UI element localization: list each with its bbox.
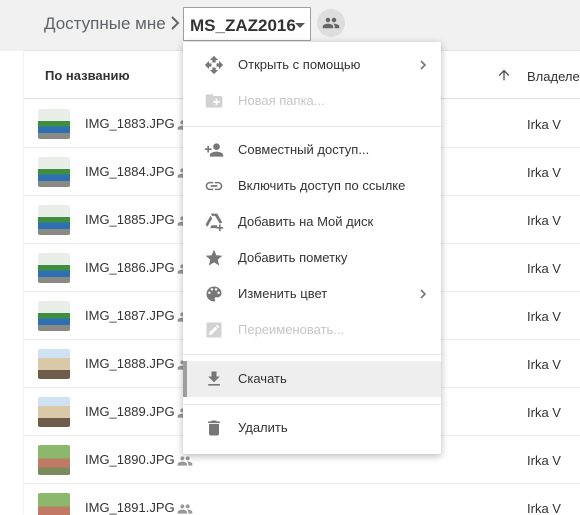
menu-item-get-link[interactable]: Включить доступ по ссылке xyxy=(183,168,441,204)
file-thumbnail xyxy=(38,301,70,331)
shared-people-icon xyxy=(177,504,193,514)
palette-icon xyxy=(206,286,222,302)
download-icon xyxy=(208,371,220,386)
file-name: IMG_1891.JPG xyxy=(85,500,175,515)
file-name: IMG_1890.JPG xyxy=(85,452,175,467)
sort-by-name-header[interactable]: По названию xyxy=(45,68,130,83)
chevron-right-icon xyxy=(420,60,426,70)
file-owner: Irka V xyxy=(527,213,561,228)
menu-label: Совместный доступ... xyxy=(238,142,370,157)
file-name: IMG_1886.JPG xyxy=(85,260,175,275)
file-owner: Irka V xyxy=(527,165,561,180)
file-name: IMG_1889.JPG xyxy=(85,404,175,419)
trash-icon xyxy=(208,420,220,436)
menu-item-add-star[interactable]: Добавить пометку xyxy=(183,240,441,276)
shared-people-icon xyxy=(177,456,193,466)
file-thumbnail xyxy=(38,349,70,379)
file-owner: Irka V xyxy=(527,309,561,324)
menu-divider xyxy=(183,354,441,355)
menu-item-share[interactable]: Совместный доступ... xyxy=(183,132,441,168)
menu-label: Новая папка... xyxy=(238,93,325,108)
folder-dropdown-button[interactable]: MS_ZAZ2016 xyxy=(183,7,311,41)
folder-share-button[interactable] xyxy=(317,9,345,37)
menu-item-delete[interactable]: Удалить xyxy=(183,410,441,446)
file-name: IMG_1887.JPG xyxy=(85,308,175,323)
owner-column-header[interactable]: Владелец xyxy=(527,69,580,84)
file-owner: Irka V xyxy=(527,117,561,132)
menu-item-add-to-drive[interactable]: Добавить на Мой диск xyxy=(183,204,441,240)
new-folder-icon xyxy=(205,94,223,108)
menu-label: Скачать xyxy=(238,371,287,386)
file-owner: Irka V xyxy=(527,405,561,420)
rename-icon xyxy=(206,322,222,338)
add-person-icon xyxy=(204,143,224,157)
file-thumbnail xyxy=(38,493,70,515)
menu-divider xyxy=(183,404,441,405)
file-thumbnail xyxy=(38,445,70,475)
folder-name: MS_ZAZ2016 xyxy=(190,16,296,35)
menu-item-rename[interactable]: Переименовать... xyxy=(183,312,441,348)
drive-add-icon xyxy=(205,213,224,232)
breadcrumb-separator-icon xyxy=(171,16,180,30)
people-icon xyxy=(322,17,340,29)
chevron-down-icon xyxy=(295,23,305,28)
menu-label: Изменить цвет xyxy=(238,286,328,301)
file-name: IMG_1883.JPG xyxy=(85,116,175,131)
chevron-right-icon xyxy=(420,289,426,299)
menu-divider xyxy=(183,126,441,127)
file-owner: Irka V xyxy=(527,357,561,372)
file-owner: Irka V xyxy=(527,453,561,468)
breadcrumb-root[interactable]: Доступные мне xyxy=(44,14,166,34)
file-owner: Irka V xyxy=(527,261,561,276)
file-thumbnail xyxy=(38,397,70,427)
file-name: IMG_1885.JPG xyxy=(85,212,175,227)
file-name: IMG_1884.JPG xyxy=(85,164,175,179)
link-icon xyxy=(205,181,223,191)
move-arrows-icon xyxy=(204,55,224,75)
file-thumbnail xyxy=(38,253,70,283)
file-name: IMG_1888.JPG xyxy=(85,356,175,371)
arrow-up-icon[interactable] xyxy=(496,67,512,83)
menu-label: Удалить xyxy=(238,420,288,435)
menu-label: Переименовать... xyxy=(238,322,345,337)
star-icon xyxy=(205,249,223,266)
menu-item-open-with[interactable]: Открыть с помощью xyxy=(183,47,441,83)
menu-label: Добавить на Мой диск xyxy=(238,214,374,229)
menu-label: Добавить пометку xyxy=(238,250,348,265)
menu-label: Включить доступ по ссылке xyxy=(238,178,406,193)
file-row[interactable]: IMG_1891.JPG Irka V xyxy=(24,484,580,515)
menu-item-new-folder[interactable]: Новая папка... xyxy=(183,83,441,119)
file-thumbnail xyxy=(38,157,70,187)
file-owner: Irka V xyxy=(527,501,561,515)
file-thumbnail xyxy=(38,109,70,139)
menu-item-download[interactable]: Скачать xyxy=(183,361,441,397)
menu-label: Открыть с помощью xyxy=(238,57,361,72)
context-menu: Открыть с помощью Новая папка... Совмест… xyxy=(183,42,441,454)
menu-item-change-color[interactable]: Изменить цвет xyxy=(183,276,441,312)
file-thumbnail xyxy=(38,205,70,235)
